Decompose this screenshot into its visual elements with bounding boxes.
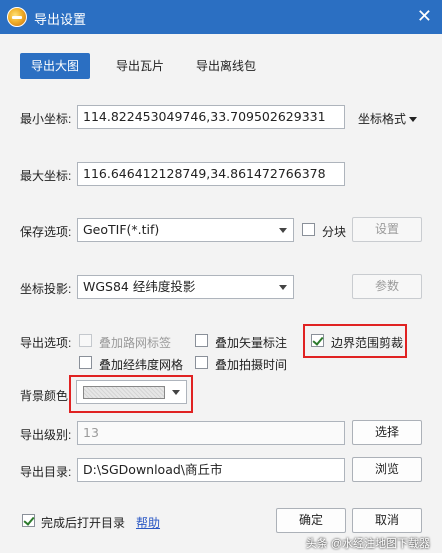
min-coord-label: 最小坐标:	[20, 112, 72, 126]
capture-time-checkbox[interactable]	[195, 356, 208, 369]
chevron-down-icon	[279, 285, 287, 290]
road-label-checkbox[interactable]	[79, 334, 92, 347]
export-level-label: 导出级别:	[20, 428, 72, 442]
chevron-down-icon	[172, 390, 180, 395]
export-level-input[interactable]: 13	[77, 421, 345, 445]
window-title: 导出设置	[34, 12, 87, 27]
app-logo-icon	[7, 7, 27, 27]
vector-annotation-option: 叠加矢量标注	[215, 336, 288, 350]
cancel-button[interactable]: 取消	[352, 508, 422, 533]
capture-time-option: 叠加拍摄时间	[215, 358, 288, 372]
tile-label: 分块	[322, 225, 347, 239]
watermark-text: 头条 @水经注地图下载器	[305, 538, 430, 550]
export-options-label: 导出选项:	[20, 336, 72, 350]
ok-button[interactable]: 确定	[276, 508, 346, 533]
vector-annotation-checkbox[interactable]	[195, 334, 208, 347]
min-coord-input[interactable]: 114.822453049746,33.709502629331	[77, 105, 345, 129]
browse-button[interactable]: 浏览	[352, 457, 422, 482]
latlon-grid-option: 叠加经纬度网格	[99, 358, 184, 372]
tile-checkbox[interactable]	[302, 223, 315, 236]
save-format-value: GeoTIF(*.tif)	[83, 222, 160, 237]
export-directory-label: 导出目录:	[20, 465, 72, 479]
tab-export-tiles[interactable]: 导出瓦片	[106, 53, 174, 79]
tab-export-offline-package[interactable]: 导出离线包	[186, 53, 266, 79]
title-bar: 导出设置 ✕	[0, 0, 442, 34]
save-option-label: 保存选项:	[20, 225, 72, 239]
background-color-picker[interactable]	[76, 380, 187, 404]
save-format-select[interactable]: GeoTIF(*.tif)	[77, 218, 294, 242]
params-button[interactable]: 参数	[352, 274, 422, 299]
latlon-grid-checkbox[interactable]	[79, 356, 92, 369]
coord-format-dropdown[interactable]: 坐标格式	[358, 110, 418, 127]
boundary-clip-option: 边界范围剪裁	[331, 336, 404, 350]
settings-button[interactable]: 设置	[352, 217, 422, 242]
open-after-checkbox[interactable]	[22, 514, 35, 527]
coord-format-label: 坐标格式	[358, 112, 407, 126]
projection-value: WGS84 经纬度投影	[83, 279, 196, 294]
max-coord-input[interactable]: 116.646412128749,34.861472766378	[77, 162, 345, 186]
color-swatch	[83, 386, 165, 399]
help-link[interactable]: 帮助	[136, 514, 160, 531]
close-icon[interactable]: ✕	[417, 6, 432, 26]
open-after-label: 完成后打开目录	[41, 516, 126, 530]
boundary-clip-checkbox[interactable]	[311, 334, 324, 347]
dialog-body: 导出大图 导出瓦片 导出离线包 最小坐标: 114.822453049746,3…	[0, 34, 442, 553]
max-coord-label: 最大坐标:	[20, 169, 72, 183]
caret-down-icon	[409, 117, 418, 123]
export-directory-input[interactable]: D:\SGDownload\商丘市	[77, 458, 345, 482]
select-level-button[interactable]: 选择	[352, 420, 422, 445]
projection-select[interactable]: WGS84 经纬度投影	[77, 275, 294, 299]
projection-label: 坐标投影:	[20, 282, 72, 296]
chevron-down-icon	[279, 228, 287, 233]
tab-export-image[interactable]: 导出大图	[20, 53, 90, 79]
road-label-option: 叠加路网标签	[99, 336, 172, 350]
background-color-label: 背景颜色	[20, 389, 69, 403]
